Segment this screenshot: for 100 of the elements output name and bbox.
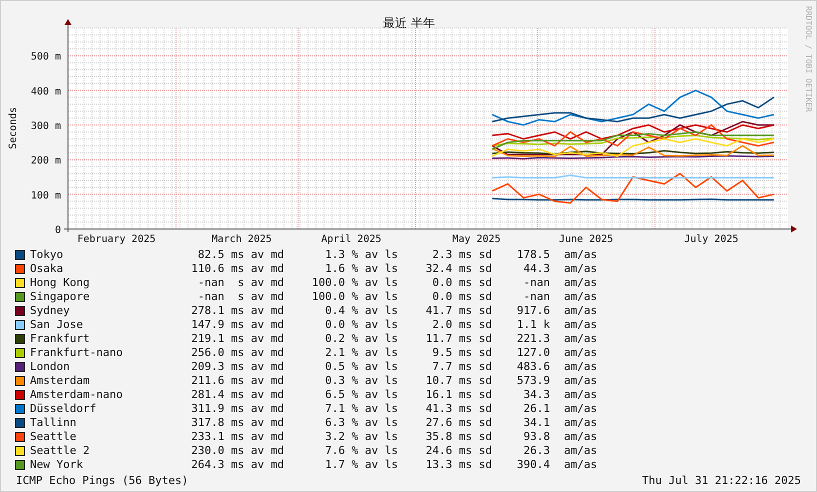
legend-label: New York (29, 458, 84, 472)
ratio-value: 483.6 (516, 360, 550, 374)
ratio-unit: am/as (563, 346, 598, 360)
legend-label: Düsseldorf (29, 402, 98, 416)
legend-label: Tokyo (29, 248, 64, 262)
median-value: 209.3 ms av md (190, 360, 284, 374)
median-value: 110.6 ms av md (190, 262, 284, 276)
legend-label: Osaka (29, 262, 64, 276)
axis-label: March 2025 (212, 234, 272, 245)
ratio-unit: am/as (563, 332, 598, 346)
axis-label: February 2025 (77, 234, 156, 245)
axis-title: Seconds (8, 106, 19, 150)
ratio-value: 26.3 (522, 444, 550, 458)
median-value: -nan s av md (196, 290, 284, 304)
ratio-value: 26.1 (522, 402, 550, 416)
loss-value: 7.6 % av ls (324, 444, 398, 458)
loss-value: 1.3 % av ls (324, 248, 398, 262)
loss-value: 6.3 % av ls (324, 416, 398, 430)
loss-value: 6.5 % av ls (324, 388, 398, 402)
loss-value: 100.0 % av ls (310, 276, 398, 290)
legend-label: London (29, 360, 71, 374)
axis-label: May 2025 (452, 234, 501, 245)
legend-label: Amsterdam-nano (29, 388, 124, 402)
ratio-unit: am/as (563, 444, 598, 458)
ratio-unit: am/as (563, 304, 598, 318)
deviation-value: 24.6 ms sd (424, 444, 492, 458)
timestamp: Thu Jul 31 21:22:16 2025 (642, 474, 801, 488)
median-value: 278.1 ms av md (190, 304, 284, 318)
deviation-value: 0.0 ms sd (431, 290, 492, 304)
ratio-value: 44.3 (522, 262, 550, 276)
axis-label: July 2025 (684, 234, 738, 245)
deviation-value: 9.5 ms sd (431, 346, 492, 360)
deviation-value: 10.7 ms sd (424, 374, 492, 388)
legend-label: Tallinn (29, 416, 78, 430)
median-value: 211.6 ms av md (190, 374, 284, 388)
ratio-value: 127.0 (516, 346, 550, 360)
deviation-value: 27.6 ms sd (424, 416, 492, 430)
median-value: 256.0 ms av md (190, 346, 284, 360)
median-value: 264.3 ms av md (190, 458, 284, 472)
deviation-value: 2.3 ms sd (431, 248, 492, 262)
ratio-value: 573.9 (516, 374, 550, 388)
ratio-unit: am/as (563, 430, 598, 444)
ratio-unit: am/as (563, 290, 598, 304)
deviation-value: 41.7 ms sd (424, 304, 492, 318)
ratio-value: 221.3 (516, 332, 550, 346)
ratio-unit: am/as (563, 374, 598, 388)
loss-value: 100.0 % av ls (310, 290, 398, 304)
median-value: 147.9 ms av md (190, 318, 284, 332)
ratio-unit: am/as (563, 276, 598, 290)
median-value: -nan s av md (196, 276, 284, 290)
loss-value: 0.5 % av ls (324, 360, 398, 374)
legend-label: Singapore (29, 290, 91, 304)
loss-value: 7.1 % av ls (324, 402, 398, 416)
deviation-value: 13.3 ms sd (424, 458, 492, 472)
ratio-unit: am/as (563, 402, 598, 416)
ratio-value: 34.3 (522, 388, 550, 402)
deviation-value: 7.7 ms sd (431, 360, 492, 374)
median-value: 219.1 ms av md (190, 332, 284, 346)
deviation-value: 41.3 ms sd (424, 402, 492, 416)
ratio-value: 1.1 k (516, 318, 550, 332)
ratio-unit: am/as (563, 248, 598, 262)
ratio-value: 917.6 (516, 304, 550, 318)
deviation-value: 2.0 ms sd (431, 318, 492, 332)
loss-value: 0.3 % av ls (324, 374, 398, 388)
median-value: 230.0 ms av md (190, 444, 284, 458)
axis-label: 300 m (30, 121, 61, 132)
loss-value: 1.7 % av ls (324, 458, 398, 472)
ratio-unit: am/as (563, 458, 598, 472)
median-value: 311.9 ms av md (190, 402, 284, 416)
deviation-value: 11.7 ms sd (424, 332, 492, 346)
legend-label: Frankfurt-nano (29, 346, 124, 360)
axis-label: June 2025 (559, 234, 614, 245)
legend-label: Sydney (29, 304, 71, 318)
ratio-value: 34.1 (522, 416, 550, 430)
ratio-value: -nan (522, 290, 550, 304)
loss-value: 0.2 % av ls (324, 332, 398, 346)
loss-value: 1.6 % av ls (324, 262, 398, 276)
ratio-unit: am/as (563, 262, 598, 276)
loss-value: 0.0 % av ls (324, 318, 398, 332)
ratio-unit: am/as (563, 360, 598, 374)
deviation-value: 35.8 ms sd (424, 430, 492, 444)
deviation-value: 16.1 ms sd (424, 388, 492, 402)
legend-label: San Jose (29, 318, 84, 332)
loss-value: 3.2 % av ls (324, 430, 398, 444)
deviation-value: 32.4 ms sd (424, 262, 492, 276)
axis-label: 0 (54, 225, 61, 236)
legend-label: Frankfurt (29, 332, 91, 346)
legend-label: Seattle (29, 430, 78, 444)
ratio-value: 93.8 (522, 430, 550, 444)
legend-label: Hong Kong (29, 276, 91, 290)
axis-label: 200 m (30, 156, 61, 167)
median-value: 82.5 ms av md (196, 248, 284, 262)
median-value: 317.8 ms av md (190, 416, 284, 430)
legend-label: Amsterdam (29, 374, 91, 388)
axis-label: 100 m (30, 190, 61, 202)
ratio-value: -nan (522, 276, 550, 290)
loss-value: 0.4 % av ls (324, 304, 398, 318)
loss-value: 2.1 % av ls (324, 346, 398, 360)
axis-label: 400 m (30, 86, 61, 98)
ratio-unit: am/as (563, 388, 598, 402)
